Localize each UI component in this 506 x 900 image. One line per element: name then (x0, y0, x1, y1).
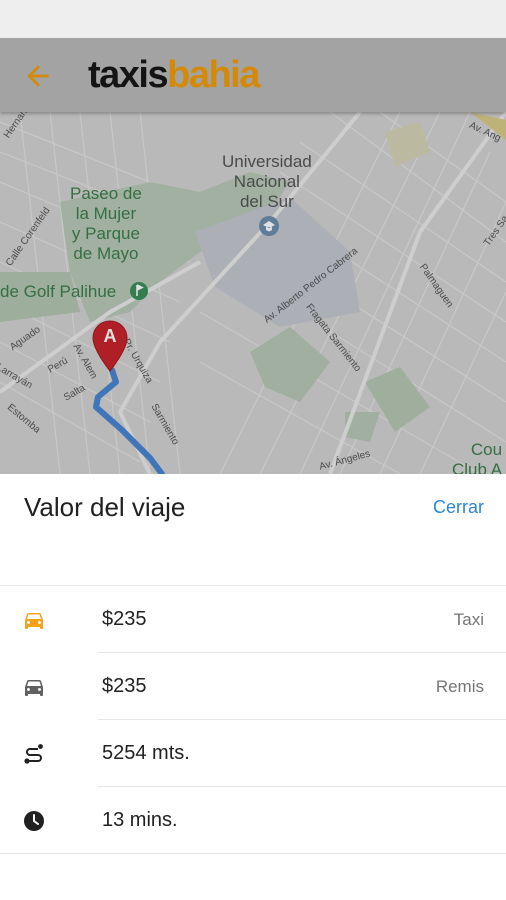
logo-text-bahia: bahia (167, 54, 260, 96)
fare-value: $235 (102, 608, 147, 630)
duration-row: 13 mins. (0, 787, 506, 854)
taxi-car-icon (25, 613, 43, 629)
route-icon (24, 744, 43, 764)
app-logo: taxisbahia (88, 52, 260, 98)
divider (0, 853, 506, 854)
fare-type-label: Remis (435, 677, 484, 696)
status-bar (0, 0, 506, 38)
duration-value: 13 mins. (102, 809, 178, 831)
place-label-university: Universidad Nacional del Sur (222, 152, 312, 211)
marker-label: A (103, 326, 117, 346)
map-marker[interactable]: A (92, 320, 128, 372)
distance-row: 5254 mts. (0, 720, 506, 787)
clock-icon (24, 811, 44, 831)
sheet-header: Valor del viaje Cerrar (0, 474, 506, 540)
university-poi-icon (259, 216, 279, 236)
fare-value: $235 (102, 675, 147, 697)
place-label-club: Cou Club A (452, 440, 503, 474)
place-label-park: Paseo de la Mujer y Parque de Mayo (70, 184, 142, 263)
app-bar: taxisbahia (0, 38, 506, 112)
back-button[interactable] (22, 60, 54, 92)
fare-type-label: Taxi (453, 610, 484, 629)
place-label-golf: de Golf Palihue (0, 282, 117, 301)
sheet-title: Valor del viaje (24, 492, 186, 522)
fare-row-taxi: $235 Taxi (0, 586, 506, 653)
map-view[interactable]: Universidad Nacional del Sur Paseo de la… (0, 112, 506, 474)
close-button[interactable]: Cerrar (433, 496, 484, 518)
logo-text-taxis: taxis (88, 54, 169, 96)
arrow-back-icon (27, 65, 49, 87)
distance-value: 5254 mts. (102, 742, 190, 764)
fare-details: $235 Taxi $235 Remis 5254 mts. 13 mins. (0, 540, 506, 900)
car-icon (25, 680, 43, 696)
fare-row-remis: $235 Remis (0, 653, 506, 720)
golf-poi-icon (130, 282, 148, 300)
